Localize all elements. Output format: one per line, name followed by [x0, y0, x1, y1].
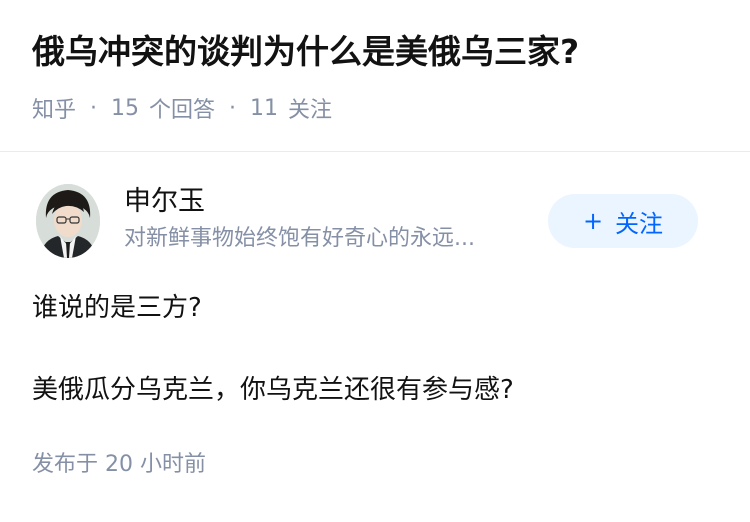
followers-count: 11 — [250, 95, 279, 121]
answer-paragraph: 美俄瓜分乌克兰，你乌克兰还很有参与感? — [32, 375, 514, 405]
author-info: 申尔玉 对新鲜事物始终饱有好奇心的永远... — [124, 182, 544, 256]
author-name[interactable]: 申尔玉 — [124, 182, 544, 222]
meta-separator: · — [90, 95, 98, 121]
source-label[interactable]: 知乎 — [32, 92, 76, 124]
answer-content[interactable]: 谁说的是三方? 美俄瓜分乌克兰，你乌克兰还很有参与感? — [32, 288, 718, 410]
question-meta: 知乎 · 15 个回答 · 11 关注 — [32, 92, 718, 124]
answer-paragraph: 谁说的是三方? — [32, 293, 202, 323]
follow-button-label: 关注 — [615, 209, 664, 238]
question-title[interactable]: 俄乌冲突的谈判为什么是美俄乌三家? — [32, 28, 718, 76]
section-divider — [0, 151, 750, 152]
question-header: 俄乌冲突的谈判为什么是美俄乌三家? 知乎 · 15 个回答 · 11 关注 — [32, 28, 718, 124]
author-bio: 对新鲜事物始终饱有好奇心的永远... — [124, 226, 475, 251]
followers-label: 关注 — [288, 98, 333, 123]
meta-separator: · — [229, 95, 237, 121]
avatar[interactable] — [36, 184, 100, 258]
plus-icon: + — [582, 207, 604, 235]
answers-count: 15 — [111, 95, 140, 121]
answers-label: 个回答 — [149, 98, 216, 123]
avatar-image — [36, 184, 100, 258]
answer-card: 申尔玉 对新鲜事物始终饱有好奇心的永远... + 关注 谁说的是三方? 美俄瓜分… — [32, 180, 718, 478]
follow-button[interactable]: + 关注 — [548, 194, 698, 248]
author-row: 申尔玉 对新鲜事物始终饱有好奇心的永远... + 关注 — [32, 180, 718, 262]
post-time: 发布于 20 小时前 — [32, 452, 206, 477]
